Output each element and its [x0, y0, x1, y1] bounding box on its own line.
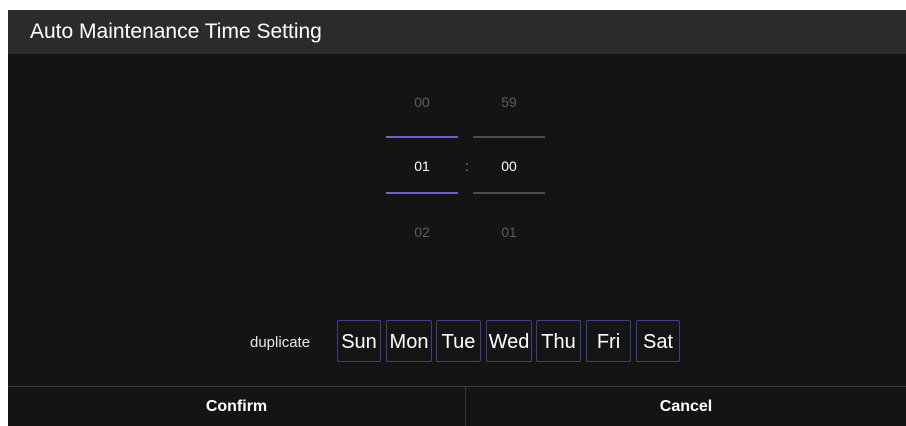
day-toggle-mon[interactable]: Mon [386, 320, 432, 362]
minute-picker[interactable]: 59 00 01 [473, 90, 545, 240]
day-toggle-sat[interactable]: Sat [636, 320, 680, 362]
hour-prev-value[interactable]: 00 [386, 94, 458, 110]
hour-selected-value[interactable]: 01 [386, 158, 458, 174]
dialog-title: Auto Maintenance Time Setting [30, 20, 322, 43]
minute-selection-bottom-line [473, 192, 545, 194]
hour-selection-top-line [386, 136, 458, 138]
day-toggle-fri[interactable]: Fri [586, 320, 631, 362]
hour-picker[interactable]: 00 01 02 [386, 90, 458, 240]
time-separator: : [465, 158, 469, 174]
hour-selection-bottom-line [386, 192, 458, 194]
minute-selection-top-line [473, 136, 545, 138]
hour-next-value[interactable]: 02 [386, 224, 458, 240]
cancel-button[interactable]: Cancel [466, 387, 906, 426]
day-toggle-sun[interactable]: Sun [337, 320, 381, 362]
dialog-footer: Confirm Cancel [8, 386, 906, 426]
day-toggle-wed[interactable]: Wed [486, 320, 532, 362]
day-toggle-thu[interactable]: Thu [536, 320, 581, 362]
confirm-button[interactable]: Confirm [8, 387, 465, 426]
minute-next-value[interactable]: 01 [473, 224, 545, 240]
duplicate-label: duplicate [250, 334, 311, 351]
day-toggle-tue[interactable]: Tue [436, 320, 481, 362]
minute-selected-value[interactable]: 00 [473, 158, 545, 174]
minute-prev-value[interactable]: 59 [473, 94, 545, 110]
dialog-title-bar: Auto Maintenance Time Setting [8, 10, 906, 54]
maintenance-time-dialog: Auto Maintenance Time Setting 00 01 02 :… [8, 10, 906, 426]
